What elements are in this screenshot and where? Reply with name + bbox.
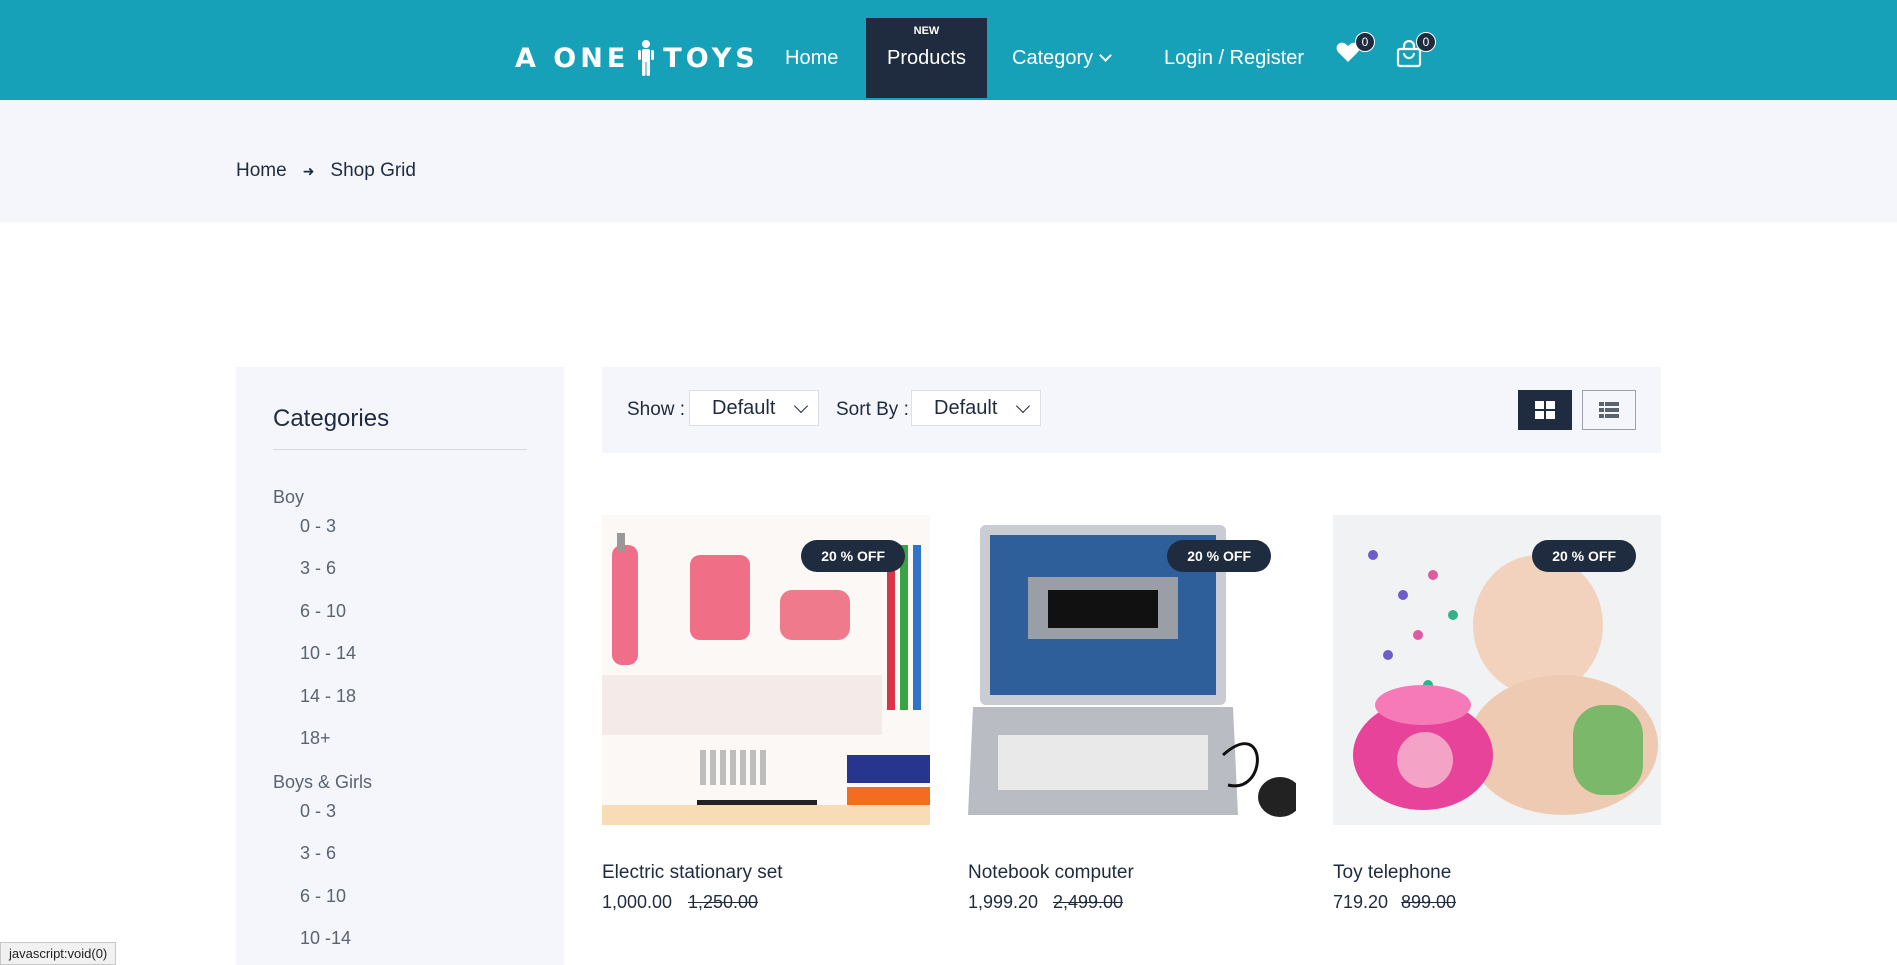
category-item[interactable]: 10 -14 [300, 928, 351, 949]
site-header: A ONE TOYS Home NEW Products Category Lo… [0, 0, 1897, 100]
product-card[interactable]: 20 % OFF Toy telephone 719.20 899.00 [1333, 515, 1661, 912]
product-name[interactable]: Electric stationary set [602, 862, 783, 884]
chevron-down-icon [1015, 398, 1031, 414]
category-item[interactable]: 18+ [300, 728, 331, 749]
child-figure-icon [637, 39, 655, 77]
sort-label: Sort By : [836, 399, 909, 420]
category-item[interactable]: 10 - 14 [300, 643, 356, 664]
breadcrumb-current: Shop Grid [330, 160, 416, 181]
product-price: 719.20 [1333, 892, 1389, 912]
breadcrumb: Home ➜ Shop Grid [236, 160, 416, 182]
product-price: 1,000.00 [602, 892, 673, 912]
discount-badge: 20 % OFF [1532, 540, 1636, 572]
nav-category[interactable]: Category [1012, 18, 1113, 98]
nav-home-label: Home [785, 46, 839, 69]
sort-select[interactable]: Default [911, 390, 1041, 426]
browser-status-bar: javascript:void(0) [0, 942, 117, 965]
product-old-price: 2,499.00 [1053, 892, 1124, 912]
new-tag: NEW [913, 25, 940, 37]
nav-category-label: Category [1012, 46, 1094, 69]
nav-login-label: Login / Register [1164, 46, 1305, 69]
cart-button[interactable]: 0 [1396, 32, 1436, 72]
category-item[interactable]: 14 - 18 [300, 686, 356, 707]
category-group-boy[interactable]: Boy [273, 487, 304, 508]
nav-products[interactable]: NEW Products [866, 18, 987, 98]
category-item[interactable]: 3 - 6 [300, 843, 336, 864]
product-old-price: 899.00 [1401, 892, 1457, 912]
list-icon [1599, 402, 1619, 418]
breadcrumb-home[interactable]: Home [236, 160, 287, 182]
product-image[interactable]: 20 % OFF [602, 515, 930, 825]
shop-toolbar: Show : Default Sort By : Default [602, 367, 1661, 453]
product-name[interactable]: Toy telephone [1333, 862, 1451, 884]
product-price: 1,999.20 [968, 892, 1039, 912]
product-card[interactable]: 20 % OFF Notebook computer 1,999.20 2,49… [968, 515, 1296, 912]
site-logo[interactable]: A ONE TOYS [515, 38, 759, 78]
arrow-right-icon: ➜ [302, 162, 315, 179]
category-item[interactable]: 0 - 3 [300, 516, 336, 537]
product-image[interactable]: 20 % OFF [968, 515, 1296, 825]
category-group-boys-girls[interactable]: Boys & Girls [273, 772, 372, 793]
breadcrumb-band: Home ➜ Shop Grid [0, 100, 1897, 222]
chevron-down-icon [793, 398, 809, 414]
category-item[interactable]: 6 - 10 [300, 886, 346, 907]
logo-text-right: TOYS [663, 42, 759, 74]
sort-select-value: Default [934, 396, 998, 419]
divider [273, 449, 527, 450]
logo-text-left: A ONE [515, 42, 630, 74]
product-card[interactable]: 20 % OFF Electric stationary set 1,000.0… [602, 515, 930, 912]
product-old-price: 1,250.00 [688, 892, 759, 912]
discount-badge: 20 % OFF [801, 540, 905, 572]
grid-icon [1535, 401, 1555, 419]
wishlist-count-badge: 0 [1355, 32, 1375, 52]
category-item[interactable]: 3 - 6 [300, 558, 336, 579]
product-name[interactable]: Notebook computer [968, 862, 1134, 884]
show-select[interactable]: Default [689, 390, 819, 426]
list-view-button[interactable] [1582, 390, 1636, 430]
sidebar-title: Categories [273, 405, 390, 432]
show-select-value: Default [712, 396, 776, 419]
cart-count-badge: 0 [1416, 32, 1436, 52]
wishlist-button[interactable]: 0 [1335, 32, 1375, 72]
nav-home[interactable]: Home [785, 18, 838, 98]
discount-badge: 20 % OFF [1167, 540, 1271, 572]
category-item[interactable]: 0 - 3 [300, 801, 336, 822]
category-sidebar: Categories Boy 0 - 3 3 - 6 6 - 10 10 - 1… [236, 367, 564, 965]
product-image[interactable]: 20 % OFF [1333, 515, 1661, 825]
grid-view-button[interactable] [1518, 390, 1572, 430]
chevron-down-icon [1099, 48, 1113, 62]
nav-login-register[interactable]: Login / Register [1164, 18, 1304, 98]
category-item[interactable]: 6 - 10 [300, 601, 346, 622]
nav-products-label: Products [887, 46, 966, 69]
show-label: Show : [627, 399, 686, 420]
